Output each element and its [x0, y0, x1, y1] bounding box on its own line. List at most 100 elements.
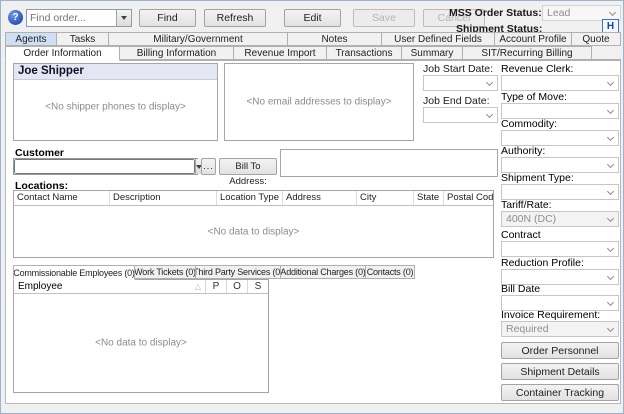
locations-empty-message: <No data to display> [14, 226, 493, 237]
employee-grid-header: Employee △ P O S [14, 280, 268, 294]
tab-user-defined-fields[interactable]: User Defined Fields [381, 32, 495, 46]
tariff-rate-value: 400N (DC) [506, 213, 556, 225]
customer-browse-button[interactable]: ... [201, 158, 216, 175]
chevron-down-icon [607, 325, 614, 332]
invoice-requirement-label: Invoice Requirement: [501, 309, 600, 321]
type-of-move-dropdown[interactable] [501, 103, 619, 119]
job-end-date-dropdown[interactable] [423, 107, 498, 123]
authority-dropdown[interactable] [501, 157, 619, 173]
chevron-down-icon [486, 111, 493, 118]
tab-quote[interactable]: Quote [571, 32, 621, 46]
refresh-button[interactable]: Refresh [204, 9, 266, 27]
chevron-down-icon [607, 134, 614, 141]
order-personnel-button[interactable]: Order Personnel [501, 342, 619, 359]
tab-billing-information[interactable]: Billing Information [119, 46, 234, 60]
mss-order-status-value: Lead [547, 7, 570, 19]
employee-column-label: Employee [18, 281, 62, 292]
tab-account-profile[interactable]: Account Profile [494, 32, 572, 46]
chevron-down-icon [607, 161, 614, 168]
chevron-down-icon [486, 79, 493, 86]
column-contact-name[interactable]: Contact Name [14, 191, 109, 205]
column-postal-code[interactable]: Postal Code [443, 191, 493, 205]
column-state[interactable]: State [413, 191, 443, 205]
bill-to-address-button[interactable]: Bill To Address: [219, 158, 277, 175]
tab-sit-recurring-billing[interactable]: SIT/Recurring Billing [462, 46, 592, 60]
invoice-requirement-value: Required [506, 323, 549, 335]
help-icon-glyph: ? [12, 12, 18, 23]
shipper-phones-panel: Joe Shipper <No shipper phones to displa… [13, 63, 218, 141]
save-button: Save [353, 9, 415, 27]
bill-to-address-box[interactable] [280, 149, 498, 177]
tab-summary[interactable]: Summary [401, 46, 463, 60]
find-order-dropdown-arrow[interactable] [116, 10, 131, 26]
tab-transactions[interactable]: Transactions [326, 46, 402, 60]
column-location-type[interactable]: Location Type [216, 191, 282, 205]
tab-work-tickets[interactable]: Work Tickets (0) [134, 265, 196, 279]
chevron-down-icon [609, 9, 616, 16]
tab-commissionable-employees[interactable]: Commissionable Employees (0) [13, 265, 135, 280]
tab-additional-charges[interactable]: Additional Charges (0) [280, 265, 366, 279]
revenue-clerk-label: Revenue Clerk: [501, 63, 573, 75]
chevron-down-icon [607, 299, 614, 306]
tab-tasks[interactable]: Tasks [56, 32, 109, 46]
job-start-date-label: Job Start Date: [423, 63, 493, 75]
authority-label: Authority: [501, 145, 545, 157]
tab-third-party-services[interactable]: Third Party Services (0) [195, 265, 281, 279]
column-s[interactable]: S [247, 280, 268, 293]
chevron-down-icon [607, 107, 614, 114]
commodity-dropdown[interactable] [501, 130, 619, 146]
shipment-details-button[interactable]: Shipment Details [501, 363, 619, 380]
container-tracking-button[interactable]: Container Tracking [501, 384, 619, 401]
chevron-down-icon [607, 273, 614, 280]
customer-combobox[interactable] [13, 158, 198, 175]
triangle-down-icon [121, 16, 127, 20]
tab-revenue-import[interactable]: Revenue Import [233, 46, 327, 60]
tab-military-government[interactable]: Military/Government [108, 32, 288, 46]
reduction-profile-label: Reduction Profile: [501, 257, 584, 269]
chevron-down-icon [607, 188, 614, 195]
revenue-clerk-dropdown[interactable] [501, 75, 619, 91]
find-button[interactable]: Find [139, 9, 196, 27]
job-end-date-label: Job End Date: [423, 95, 490, 107]
employee-grid-body: <No data to display> [14, 294, 268, 391]
chevron-down-icon [607, 245, 614, 252]
chevron-down-icon [607, 215, 614, 222]
main-tab-row-1: Agents Tasks Military/Government Notes U… [5, 32, 621, 46]
column-address[interactable]: Address [282, 191, 356, 205]
shipper-name-header: Joe Shipper [14, 64, 217, 80]
employee-empty-message: <No data to display> [14, 337, 268, 348]
bill-date-label: Bill Date [501, 283, 540, 295]
main-tab-row-2: Order Information Billing Information Re… [5, 46, 621, 60]
column-employee[interactable]: Employee △ [14, 280, 205, 293]
column-description[interactable]: Description [109, 191, 216, 205]
shipment-type-dropdown[interactable] [501, 184, 619, 200]
find-order-input[interactable] [27, 10, 116, 26]
tab-notes[interactable]: Notes [287, 32, 382, 46]
tariff-rate-label: Tariff/Rate: [501, 199, 552, 211]
customer-input[interactable] [14, 159, 195, 174]
chevron-down-icon [607, 79, 614, 86]
type-of-move-label: Type of Move: [501, 91, 567, 103]
shipper-phones-empty-message: <No shipper phones to display> [14, 101, 217, 112]
contract-label: Contract [501, 229, 541, 241]
tariff-rate-dropdown: 400N (DC) [501, 211, 619, 227]
tab-contacts[interactable]: Contacts (0) [365, 265, 415, 279]
locations-grid-header: Contact Name Description Location Type A… [14, 191, 493, 206]
contract-dropdown[interactable] [501, 241, 619, 257]
column-city[interactable]: City [356, 191, 413, 205]
tab-agents[interactable]: Agents [5, 32, 57, 46]
column-o[interactable]: O [226, 280, 247, 293]
job-start-date-dropdown[interactable] [423, 75, 498, 91]
mss-order-status-label: MSS Order Status: [449, 7, 542, 19]
email-empty-message: <No email addresses to display> [225, 97, 413, 108]
sort-ascending-icon: △ [195, 282, 201, 291]
help-icon[interactable]: ? [8, 10, 23, 25]
find-order-combobox[interactable] [26, 9, 132, 27]
column-p[interactable]: P [205, 280, 226, 293]
commodity-label: Commodity: [501, 118, 557, 130]
invoice-requirement-dropdown: Required [501, 321, 619, 337]
order-window: ? Find Refresh Edit Save Cancel MSS Orde… [0, 0, 624, 414]
tab-order-information[interactable]: Order Information [5, 46, 120, 61]
locations-grid-body: <No data to display> [14, 206, 493, 257]
edit-button[interactable]: Edit [284, 9, 341, 27]
